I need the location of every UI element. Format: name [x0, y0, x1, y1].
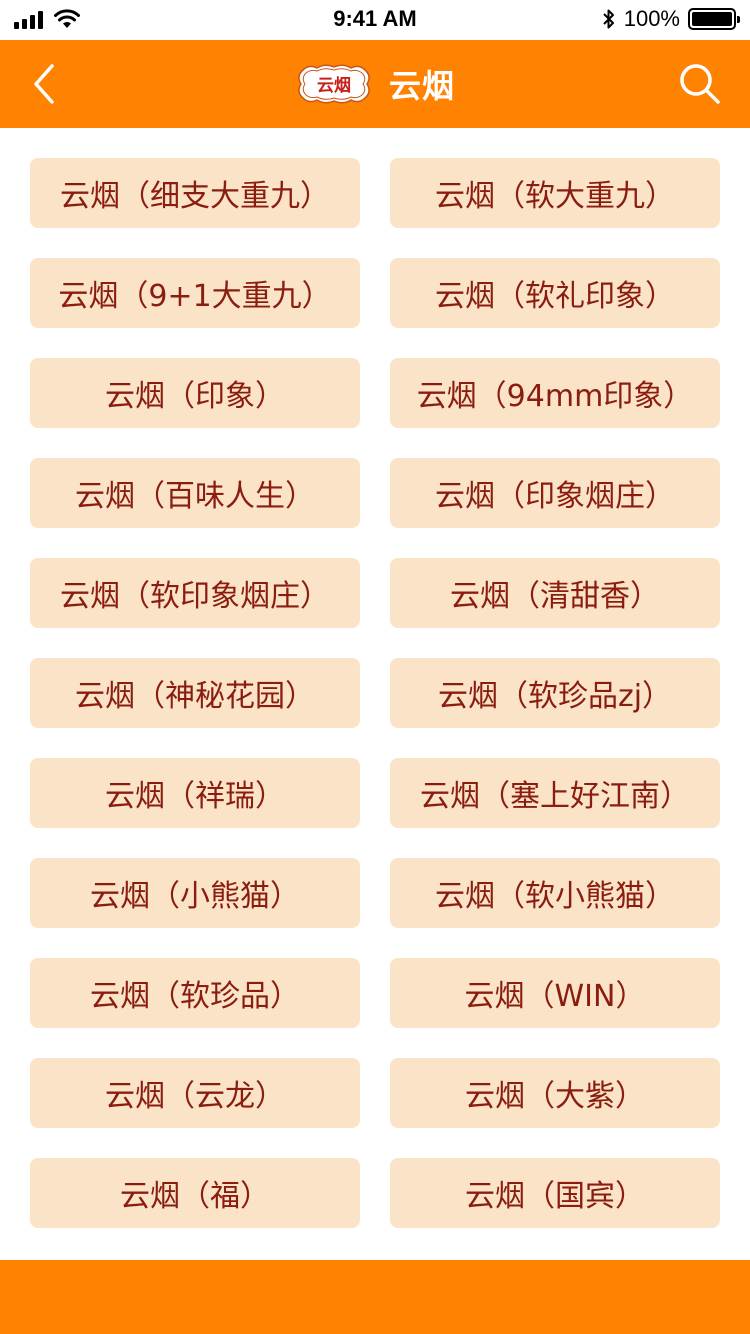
status-right: 100% [602, 6, 740, 32]
product-button[interactable]: 云烟（细支大重九） [30, 158, 360, 228]
product-button[interactable]: 云烟（大紫） [390, 1058, 720, 1128]
status-bar: 9:41 AM 100% [0, 0, 750, 40]
bluetooth-icon [603, 9, 614, 29]
product-button[interactable]: 云烟（百味人生） [30, 458, 360, 528]
nav-bar: 云烟 云烟 [0, 40, 750, 128]
product-button[interactable]: 云烟（福） [30, 1158, 360, 1228]
product-button[interactable]: 云烟（软印象烟庄） [30, 558, 360, 628]
product-button[interactable]: 云烟（国宾） [390, 1158, 720, 1228]
product-button[interactable]: 云烟（云龙） [30, 1058, 360, 1128]
search-icon [680, 64, 720, 104]
search-button[interactable] [676, 60, 724, 108]
product-button[interactable]: 云烟（9+1大重九） [30, 258, 360, 328]
logo-text: 云烟 [317, 75, 351, 96]
product-button[interactable]: 云烟（印象烟庄） [390, 458, 720, 528]
product-button[interactable]: 云烟（清甜香） [390, 558, 720, 628]
product-button[interactable]: 云烟（软珍品zj） [390, 658, 720, 728]
battery-percent: 100% [623, 6, 680, 31]
product-button[interactable]: 云烟（94mm印象） [390, 358, 720, 428]
brand-logo: 云烟 [298, 64, 370, 104]
product-button[interactable]: 云烟（塞上好江南） [390, 758, 720, 828]
battery-fill [692, 12, 732, 26]
nav-title-group: 云烟 云烟 [0, 40, 750, 128]
product-button[interactable]: 云烟（祥瑞） [30, 758, 360, 828]
product-button[interactable]: 云烟（WIN） [390, 958, 720, 1028]
product-button[interactable]: 云烟（软礼印象） [390, 258, 720, 328]
page-title: 云烟 [388, 67, 455, 105]
bottom-bar [0, 1260, 750, 1334]
product-button[interactable]: 云烟（软小熊猫） [390, 858, 720, 928]
product-button[interactable]: 云烟（印象） [30, 358, 360, 428]
product-button[interactable]: 云烟（软大重九） [390, 158, 720, 228]
product-button[interactable]: 云烟（神秘花园） [30, 658, 360, 728]
product-grid: 云烟（细支大重九） 云烟（软大重九） 云烟（9+1大重九） 云烟（软礼印象） 云烟（印象… [30, 158, 720, 1228]
product-button[interactable]: 云烟（小熊猫） [30, 858, 360, 928]
battery-icon [688, 8, 740, 30]
product-button[interactable]: 云烟（软珍品） [30, 958, 360, 1028]
